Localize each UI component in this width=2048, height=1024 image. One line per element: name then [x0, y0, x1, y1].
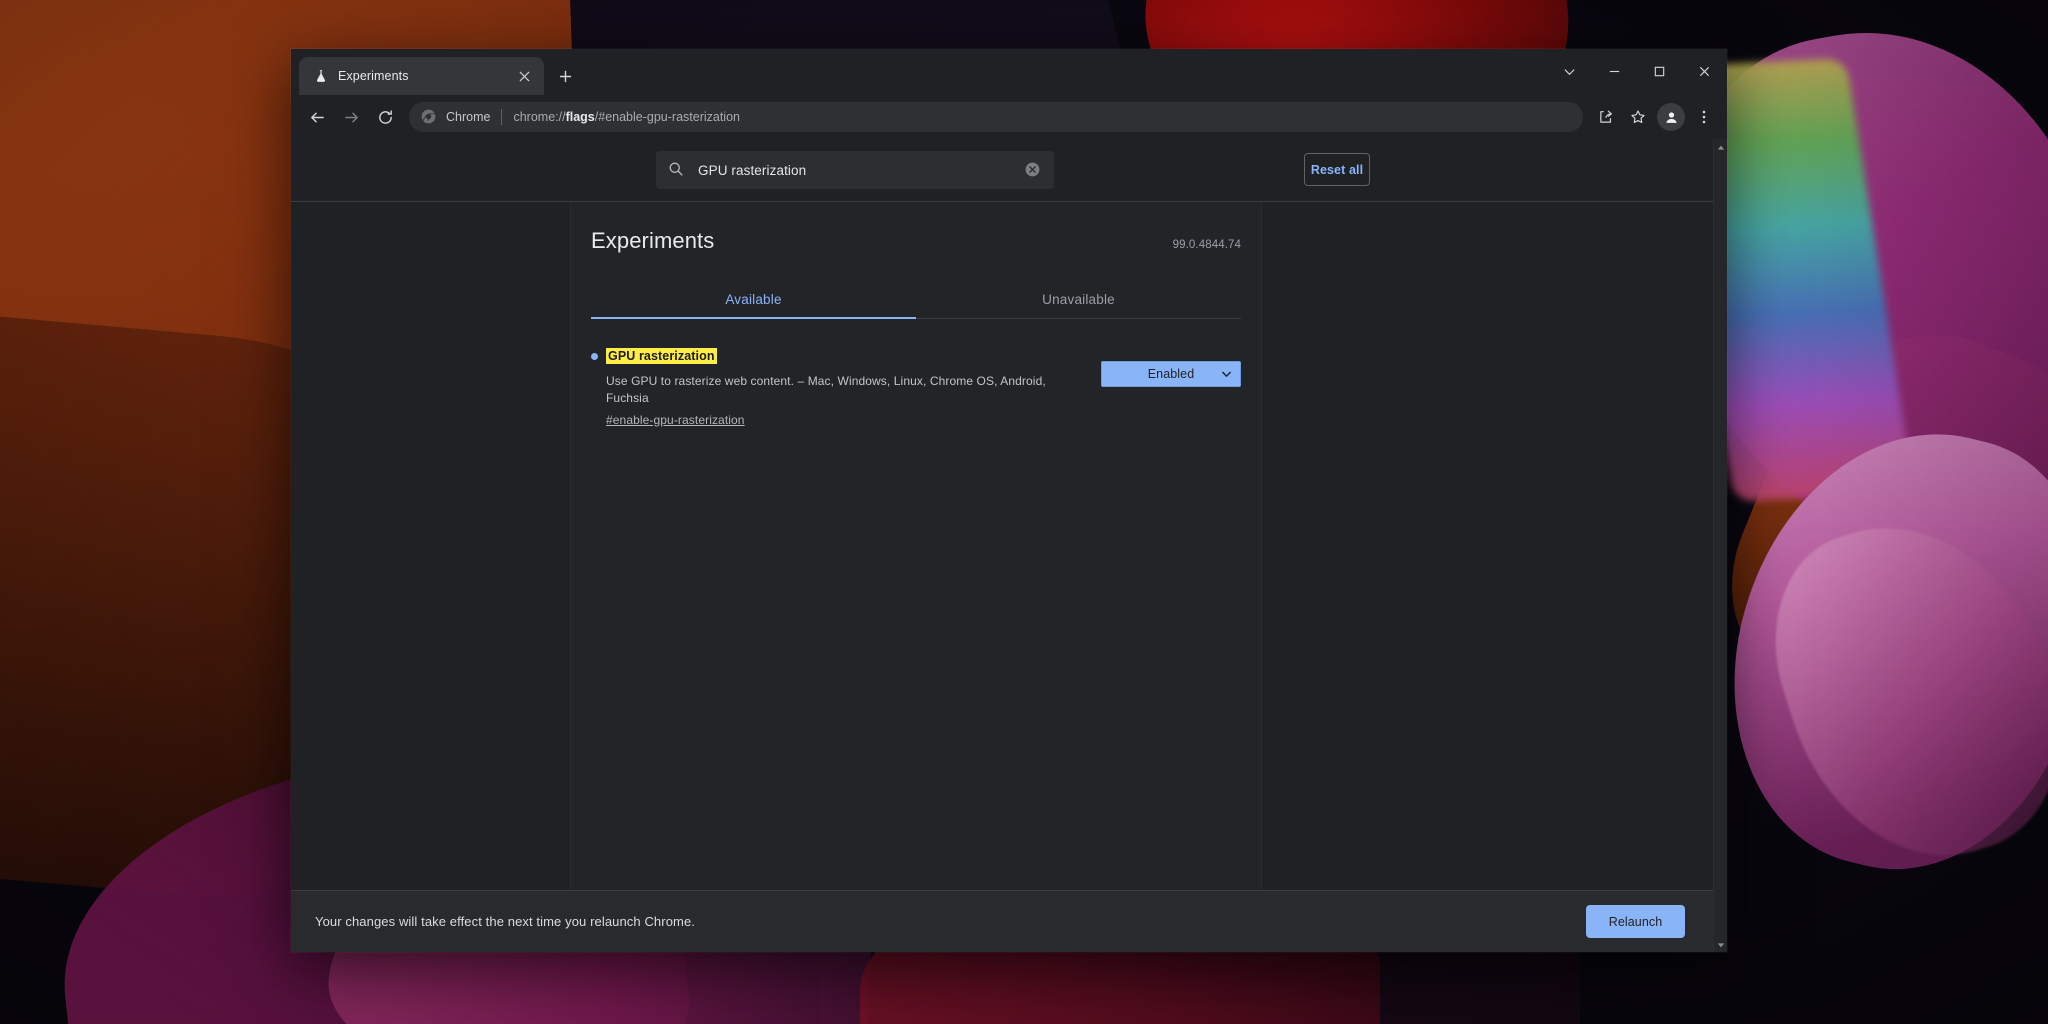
flags-content-column: Experiments 99.0.4844.74 Available Unava… [571, 202, 1261, 890]
search-input-value: GPU rasterization [698, 162, 807, 178]
scrollbar-track[interactable] [1714, 155, 1728, 938]
browser-window: Experiments Chrome chrome://flags/#enabl… [291, 49, 1727, 952]
url-suffix: /#enable-gpu-rasterization [594, 110, 740, 124]
flags-page: GPU rasterization Reset all Experiments [291, 139, 1713, 952]
scroll-down-arrow-icon[interactable] [1714, 938, 1728, 952]
omnibox-separator [501, 109, 503, 125]
minimize-icon[interactable] [1592, 49, 1637, 93]
flag-state-select[interactable]: Enabled [1101, 361, 1241, 387]
flags-search-row: GPU rasterization Reset all [291, 139, 1713, 202]
clear-circle-icon[interactable] [1024, 161, 1042, 179]
reload-button[interactable] [369, 101, 401, 133]
version-label: 99.0.4844.74 [1172, 239, 1241, 251]
vertical-scrollbar[interactable] [1713, 139, 1727, 952]
flag-control: Enabled [1101, 361, 1241, 387]
flag-bullet-icon [591, 353, 598, 360]
chevron-down-icon[interactable] [1547, 49, 1592, 93]
page-viewport: GPU rasterization Reset all Experiments [291, 139, 1727, 952]
flags-body: Experiments 99.0.4844.74 Available Unava… [291, 202, 1713, 890]
flag-description: Use GPU to rasterize web content. – Mac,… [606, 374, 1046, 406]
address-bar[interactable]: Chrome chrome://flags/#enable-gpu-raster… [409, 102, 1583, 132]
left-gutter [291, 202, 571, 890]
flag-permalink[interactable]: #enable-gpu-rasterization [606, 413, 1077, 427]
flag-entry: GPU rasterization Use GPU to rasterize w… [591, 347, 1241, 427]
share-icon[interactable] [1591, 102, 1621, 132]
flag-text-block: GPU rasterization Use GPU to rasterize w… [606, 347, 1077, 427]
flag-name-wrap: GPU rasterization [606, 347, 1077, 365]
tab-available[interactable]: Available [591, 280, 916, 319]
three-dot-menu-icon[interactable] [1689, 102, 1719, 132]
flag-name-highlighted: GPU rasterization [606, 348, 717, 364]
close-icon[interactable] [514, 66, 534, 86]
chrome-logo-icon [421, 109, 437, 125]
flag-state-value: Enabled [1147, 367, 1195, 381]
tab-unavailable[interactable]: Unavailable [916, 280, 1241, 318]
reset-all-button[interactable]: Reset all [1304, 153, 1370, 186]
relaunch-button[interactable]: Relaunch [1586, 905, 1685, 938]
header-row: Experiments 99.0.4844.74 [591, 202, 1241, 254]
forward-button[interactable] [335, 101, 367, 133]
back-button[interactable] [301, 101, 333, 133]
browser-toolbar: Chrome chrome://flags/#enable-gpu-raster… [291, 95, 1727, 139]
tab-title: Experiments [338, 69, 409, 83]
chevron-down-icon [1221, 369, 1232, 380]
url-prefix: chrome:// [513, 110, 566, 124]
new-tab-button[interactable] [550, 61, 580, 91]
flags-tabs: Available Unavailable [591, 280, 1241, 319]
profile-avatar[interactable] [1657, 103, 1685, 131]
browser-tab-experiments[interactable]: Experiments [299, 57, 544, 95]
scroll-up-arrow-icon[interactable] [1714, 141, 1728, 155]
search-input[interactable]: GPU rasterization [656, 151, 1054, 189]
close-window-icon[interactable] [1682, 49, 1727, 93]
search-icon [668, 161, 686, 179]
omnibox-url: chrome://flags/#enable-gpu-rasterization [513, 110, 740, 124]
right-gutter [1261, 202, 1713, 890]
url-bold-segment: flags [565, 110, 595, 124]
relaunch-message: Your changes will take effect the next t… [315, 914, 695, 929]
omnibox-scheme-label: Chrome [446, 110, 491, 124]
tab-strip: Experiments [291, 49, 1727, 95]
page-title: Experiments [591, 228, 715, 253]
maximize-icon[interactable] [1637, 49, 1682, 93]
relaunch-bar: Your changes will take effect the next t… [291, 890, 1713, 952]
flask-icon [313, 68, 329, 84]
window-controls [1547, 49, 1727, 93]
star-icon[interactable] [1623, 102, 1653, 132]
